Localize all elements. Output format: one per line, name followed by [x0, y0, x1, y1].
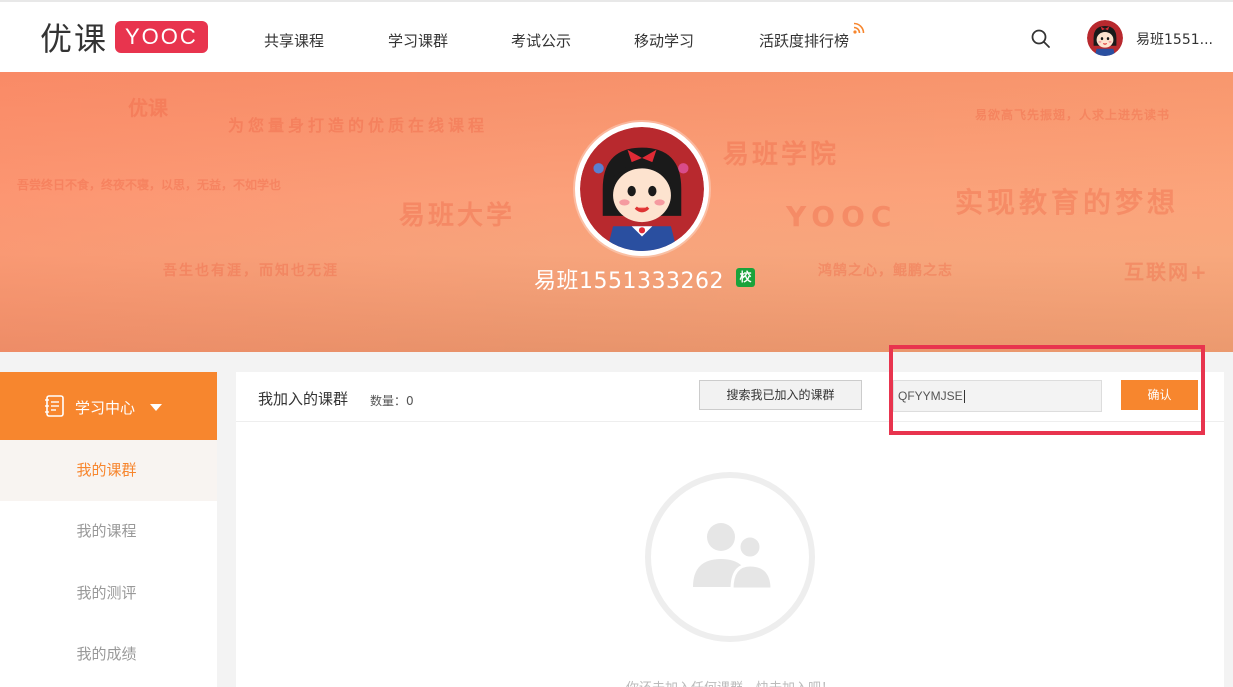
watermark-text: 易欲高飞先振翅，人求上进先读书	[975, 108, 1171, 122]
logo-badge[interactable]: YOOC	[115, 21, 208, 53]
notebook-icon	[45, 395, 64, 417]
empty-state-text: 你还未加入任何课群，快去加入吧！	[236, 677, 1224, 687]
user-avatar[interactable]	[1087, 20, 1123, 56]
caret-down-icon	[150, 404, 162, 411]
watermark-text: 易班大学	[399, 201, 516, 231]
nav-shared-courses[interactable]: 共享课程	[264, 30, 324, 51]
top-header: 优课 YOOC 共享课程 学习课群 考试公示 移动学习 活跃度排行榜 易班155…	[0, 0, 1233, 72]
avatar-girl-icon	[1087, 20, 1123, 56]
rss-icon	[853, 22, 865, 34]
highlight-annotation-box	[889, 345, 1205, 435]
nav-study-groups[interactable]: 学习课群	[388, 30, 448, 51]
school-badge: 校	[736, 268, 755, 287]
watermark-text: 鸿鹄之心，鲲鹏之志	[818, 263, 953, 279]
learning-center-label: 学习中心	[75, 399, 136, 417]
panel-title: 我加入的课群	[258, 390, 349, 408]
watermark-text: 实现教育的梦想	[955, 186, 1180, 219]
group-count: 数量：0	[370, 394, 414, 408]
watermark-text: 吾尝终日不食，终夜不寝，以思，无益，不如学也	[17, 178, 282, 192]
search-joined-groups-button[interactable]: 搜索我已加入的课群	[699, 380, 862, 410]
sidebar-item-my-assessments[interactable]: 我的测评	[0, 563, 217, 624]
learning-sidebar: 学习中心 我的课群 我的课程 我的测评 我的成绩	[0, 372, 217, 687]
users-group-icon	[693, 523, 774, 591]
nav-mobile-learning[interactable]: 移动学习	[634, 30, 694, 51]
watermark-text: 优课	[128, 96, 168, 120]
profile-banner: 优课 为您量身打造的优质在线课程 易班学院 易欲高飞先振翅，人求上进先读书 吾尝…	[0, 72, 1233, 352]
nav-activity-ranking[interactable]: 活跃度排行榜	[759, 30, 849, 51]
profile-name: 易班1551333262	[534, 269, 724, 294]
watermark-text: YOOC	[786, 200, 898, 233]
sidebar-item-my-grades[interactable]: 我的成绩	[0, 624, 217, 685]
watermark-text: 互联网+	[1124, 260, 1209, 284]
watermark-text: 为您量身打造的优质在线课程	[228, 116, 489, 135]
learning-center-header[interactable]: 学习中心	[0, 372, 217, 440]
watermark-text: 吾生也有涯，而知也无涯	[163, 263, 339, 279]
logo-text[interactable]: 优课	[40, 14, 108, 60]
search-icon[interactable]	[1030, 28, 1052, 50]
nav-exam-notice[interactable]: 考试公示	[511, 30, 571, 51]
header-username[interactable]: 易班1551...	[1136, 29, 1213, 49]
sidebar-item-my-courses[interactable]: 我的课程	[0, 501, 217, 562]
profile-avatar[interactable]	[575, 122, 709, 256]
watermark-text: 易班学院	[723, 140, 840, 170]
avatar-girl-icon	[580, 127, 704, 251]
sidebar-item-my-groups[interactable]: 我的课群	[0, 440, 217, 501]
